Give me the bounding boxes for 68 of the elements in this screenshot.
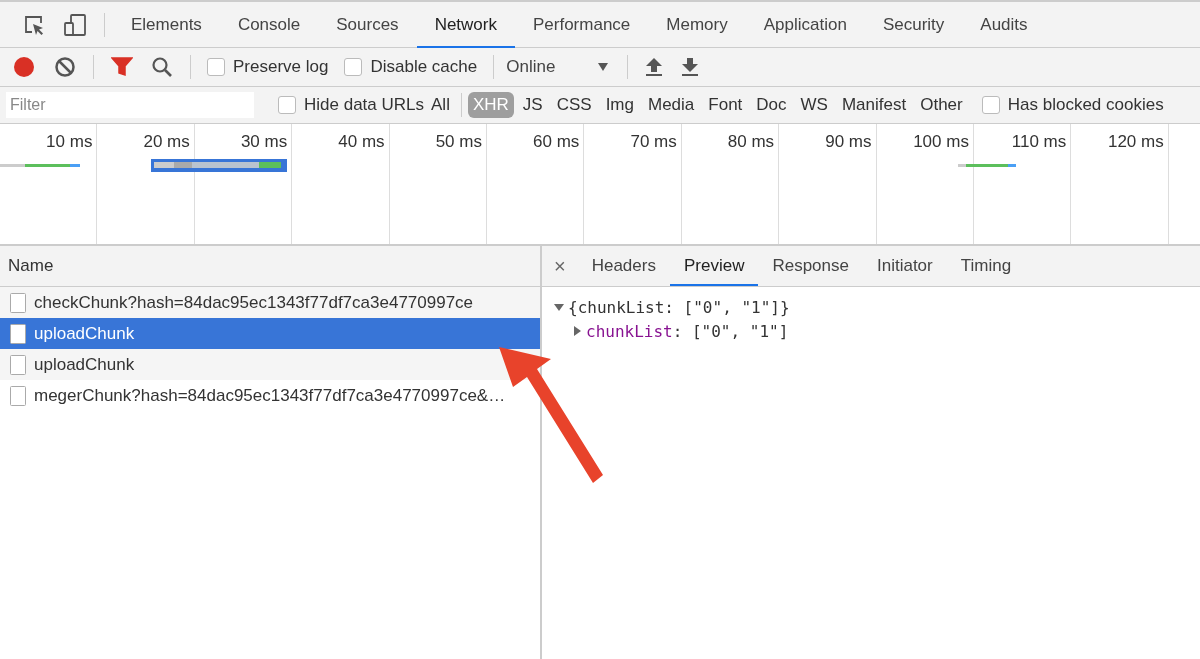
type-filter[interactable]: WS [795,92,833,118]
search-icon[interactable] [151,56,173,78]
panel-tab[interactable]: Performance [515,1,649,48]
file-icon [10,292,26,313]
time-tick-label: 80 ms [727,132,775,151]
caret-icon [597,62,610,72]
time-tick-label: 20 ms [143,132,190,151]
panel-tab[interactable]: Sources [318,1,417,48]
panel-tab[interactable]: Security [864,1,963,48]
detail-tab[interactable]: Headers [577,246,670,286]
checkbox[interactable] [344,58,363,76]
request-row[interactable]: uploadChunk [0,318,540,349]
column-header[interactable]: Name [0,246,540,287]
panel-tab[interactable]: Audits [962,1,1046,48]
filter-icon[interactable] [111,57,133,77]
type-filter[interactable]: Font [703,92,748,118]
record-icon[interactable] [12,55,36,79]
request-row[interactable]: megerChunk?hash=84dac95ec1343f77df7ca3e4770997ce&… [0,380,540,411]
checkbox[interactable] [278,96,296,114]
type-filter[interactable]: Media [643,92,700,118]
time-tick-label: 70 ms [630,132,677,151]
device-toolbar-icon[interactable] [63,12,87,37]
checkbox-label: Preserve log [233,57,329,77]
checkbox[interactable] [981,96,1000,114]
panel-tab[interactable]: Elements [113,1,220,48]
panel-tab[interactable]: Application [745,1,865,48]
checkbox-label: Hide data URLs [304,95,424,115]
file-icon [10,385,26,406]
checkbox-label: Has blocked cookies [1007,95,1164,115]
detail-tab[interactable]: Preview [669,246,759,286]
detail-tab[interactable]: Initiator [863,246,947,286]
inspect-element-icon[interactable] [23,13,45,36]
type-filter[interactable]: CSS [551,92,597,118]
close-button[interactable]: × [554,254,566,278]
file-icon [10,354,26,375]
file-icon [10,323,26,344]
upload-icon[interactable] [645,57,664,77]
time-tick-label: 120 ms [1107,132,1164,151]
json-object-summary: {chunkList: ["0", "1"]} [568,297,790,317]
checkbox[interactable] [207,58,225,76]
time-tick-label: 60 ms [533,132,580,151]
json-property: chunkList: ["0", "1"] [586,321,789,341]
download-icon[interactable] [681,57,700,77]
throttling-dropdown[interactable]: Online [502,57,620,77]
detail-tab[interactable]: Response [758,246,863,286]
request-row[interactable]: uploadChunk [0,349,540,380]
detail-tab[interactable]: Timing [946,246,1026,286]
time-tick-label: 100 ms [913,132,969,151]
type-filter[interactable]: Doc [751,92,792,118]
type-filter[interactable]: JS [517,92,548,118]
time-tick-label: 30 ms [240,132,288,151]
time-tick-label: 40 ms [338,132,385,151]
time-tick-label: 50 ms [435,132,482,151]
type-filter[interactable]: All [426,92,455,118]
time-tick-label: 110 ms [1011,132,1067,151]
type-filter[interactable]: Other [915,92,968,118]
checkbox-label: Disable cache [370,57,478,77]
time-tick-label: 10 ms [46,132,93,151]
filter-field[interactable]: Filter [6,92,254,118]
type-filter[interactable]: Manifest [836,92,912,118]
clear-icon[interactable] [54,56,76,78]
panel-tab[interactable]: Memory [648,1,746,48]
type-filter[interactable]: Img [600,92,639,118]
request-row[interactable]: checkChunk?hash=84dac95ec1343f77df7ca3e4770997ce [0,287,540,318]
panel-tab[interactable]: Console [219,1,319,48]
expand-triangle-icon[interactable] [554,302,564,312]
expand-triangle-icon[interactable] [572,326,582,336]
time-tick-label: 90 ms [825,132,872,151]
